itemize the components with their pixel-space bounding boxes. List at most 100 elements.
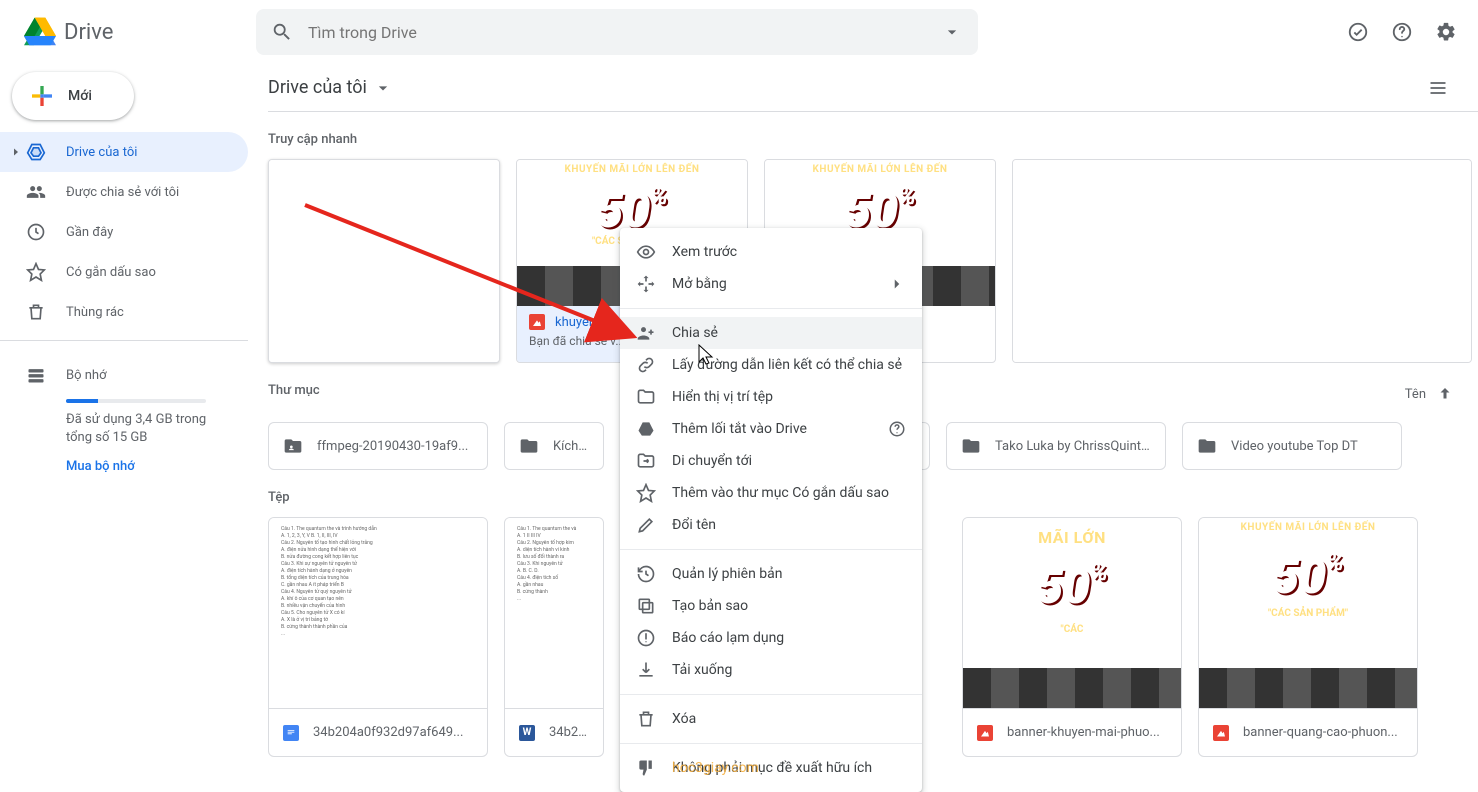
folder-chip[interactable]: ffmpeg-20190430-19af9... xyxy=(268,422,488,470)
folder-name: ffmpeg-20190430-19af9... xyxy=(317,439,468,454)
file-name: 34b204a0f932d97af649... xyxy=(313,725,463,740)
ctx-label: Lấy đường dẫn liên kết có thể chia sẻ xyxy=(672,357,902,373)
file-name: 34b204... xyxy=(549,725,589,740)
folder-chip[interactable]: Video youtube Top DT xyxy=(1182,422,1402,470)
folder-chip[interactable]: Tako Luka by ChrissQuint... xyxy=(946,422,1166,470)
ctx-make-copy[interactable]: Tạo bản sao xyxy=(620,590,922,622)
nav-label: Thùng rác xyxy=(66,305,124,320)
ctx-label: Không phải mục đề xuất hữu ích xyxy=(672,760,872,776)
view-list-icon[interactable] xyxy=(1418,68,1458,108)
search-input[interactable] xyxy=(302,23,932,42)
report-icon xyxy=(636,628,656,648)
folder-icon xyxy=(519,436,539,456)
context-menu: Xem trước Mở bằng Chia sẻ Lấy đường dẫn … xyxy=(620,228,922,792)
shared-folder-icon xyxy=(283,436,303,456)
star-icon xyxy=(636,483,656,503)
ctx-report-abuse[interactable]: Báo cáo lạm dụng xyxy=(620,622,922,654)
file-card[interactable]: Câu 1. The quantum the vàA. 1 II III IVC… xyxy=(504,517,604,757)
history-icon xyxy=(636,564,656,584)
nav-trash[interactable]: Thùng rác xyxy=(0,292,248,332)
file-name: banner-quang-cao-phuon... xyxy=(1243,725,1398,740)
breadcrumb-caret-icon[interactable] xyxy=(373,78,393,98)
nav-my-drive[interactable]: Drive của tôi xyxy=(0,132,248,172)
nav-label: Drive của tôi xyxy=(66,145,137,160)
thumbnail xyxy=(269,160,499,362)
sort-arrow-up-icon[interactable] xyxy=(1436,385,1454,403)
file-card[interactable]: KHUYẾN MÃI LỚN LÊN ĐẾN 50% "CÁC SẢN PHẨM… xyxy=(1198,517,1418,757)
eye-icon xyxy=(636,242,656,262)
tree-caret-icon[interactable] xyxy=(8,146,24,158)
drive-shortcut-icon xyxy=(636,419,656,439)
ctx-delete[interactable]: Xóa xyxy=(620,703,922,735)
ctx-share[interactable]: Chia sẻ xyxy=(620,317,922,349)
ctx-label: Thêm lối tắt vào Drive xyxy=(672,421,807,437)
quick-card[interactable] xyxy=(268,159,500,363)
nav-starred[interactable]: Có gắn dấu sao xyxy=(0,252,248,292)
breadcrumb[interactable]: Drive của tôi xyxy=(268,77,393,98)
sidebar: Mới Drive của tôi Được chia sẻ với tôi G… xyxy=(0,64,248,788)
ctx-label: Thêm vào thư mục Có gắn dấu sao xyxy=(672,485,889,501)
ctx-add-shortcut[interactable]: Thêm lối tắt vào Drive xyxy=(620,413,922,445)
nav-storage[interactable]: Bộ nhớ xyxy=(24,355,248,395)
divider xyxy=(620,694,922,695)
new-button[interactable]: Mới xyxy=(12,72,134,120)
search-icon[interactable] xyxy=(262,12,302,52)
file-card[interactable]: MÃI LỚN 50% "CÁC banner-khuyen-mai-phuo.… xyxy=(962,517,1182,757)
storage-progress xyxy=(66,399,206,403)
file-name: banner-khuyen-mai-phuo... xyxy=(1007,725,1160,740)
buy-storage-link[interactable]: Mua bộ nhớ xyxy=(66,459,248,474)
divider xyxy=(620,549,922,550)
ctx-move-to[interactable]: Di chuyển tới xyxy=(620,445,922,477)
settings-gear-icon[interactable] xyxy=(1426,12,1466,52)
help-icon[interactable] xyxy=(1382,12,1422,52)
ctx-open-with[interactable]: Mở bằng xyxy=(620,268,922,300)
ctx-rename[interactable]: Đổi tên xyxy=(620,509,922,541)
sort-label[interactable]: Tên xyxy=(1405,387,1426,402)
ready-offline-icon[interactable] xyxy=(1338,12,1378,52)
shared-icon xyxy=(24,180,48,204)
file-card[interactable]: Câu 1. The quantum the và trình hướng dẫ… xyxy=(268,517,488,757)
storage-icon xyxy=(24,363,48,387)
folder-chip[interactable]: Kích ho... xyxy=(504,422,604,470)
recent-icon xyxy=(24,220,48,244)
drive-logo-icon xyxy=(20,12,60,52)
quick-access-label: Truy cập nhanh xyxy=(268,132,1478,147)
ctx-label: Báo cáo lạm dụng xyxy=(672,630,784,646)
folder-outline-icon xyxy=(636,387,656,407)
pencil-icon xyxy=(636,515,656,535)
folder-name: Tako Luka by ChrissQuint... xyxy=(995,439,1151,454)
gdoc-icon xyxy=(283,725,299,741)
ctx-label: Đổi tên xyxy=(672,517,716,533)
app-header: Drive xyxy=(0,0,1478,64)
submenu-caret-icon xyxy=(888,275,906,293)
search-options-caret-icon[interactable] xyxy=(932,12,972,52)
copy-icon xyxy=(636,596,656,616)
open-with-icon xyxy=(636,274,656,294)
ctx-manage-versions[interactable]: Quản lý phiên bản xyxy=(620,558,922,590)
ctx-get-link[interactable]: Lấy đường dẫn liên kết có thể chia sẻ xyxy=(620,349,922,381)
search-bar[interactable] xyxy=(256,9,978,55)
ctx-not-useful[interactable]: Không phải mục đề xuất hữu ích xyxy=(620,752,922,784)
ctx-add-star[interactable]: Thêm vào thư mục Có gắn dấu sao xyxy=(620,477,922,509)
card-title: khuyen-m... xyxy=(555,315,621,330)
plus-icon xyxy=(24,78,60,114)
nav-recent[interactable]: Gần đây xyxy=(0,212,248,252)
ctx-label: Di chuyển tới xyxy=(672,453,752,469)
info-icon[interactable] xyxy=(888,420,906,438)
ctx-label: Mở bằng xyxy=(672,276,727,292)
trash-icon xyxy=(636,709,656,729)
image-file-icon xyxy=(1213,725,1229,741)
quick-card[interactable] xyxy=(1012,159,1472,363)
nav-shared[interactable]: Được chia sẻ với tôi xyxy=(0,172,248,212)
folder-icon xyxy=(1197,436,1217,456)
ctx-label: Xem trước xyxy=(672,244,737,260)
logo-area[interactable]: Drive xyxy=(8,12,256,52)
ctx-download[interactable]: Tải xuống xyxy=(620,654,922,686)
person-add-icon xyxy=(636,323,656,343)
app-name: Drive xyxy=(64,20,113,45)
storage-text: Đã sử dụng 3,4 GB trong tổng số 15 GB xyxy=(66,411,226,447)
ctx-show-location[interactable]: Hiển thị vị trí tệp xyxy=(620,381,922,413)
ctx-preview[interactable]: Xem trước xyxy=(620,236,922,268)
divider xyxy=(620,743,922,744)
my-drive-icon xyxy=(24,140,48,164)
